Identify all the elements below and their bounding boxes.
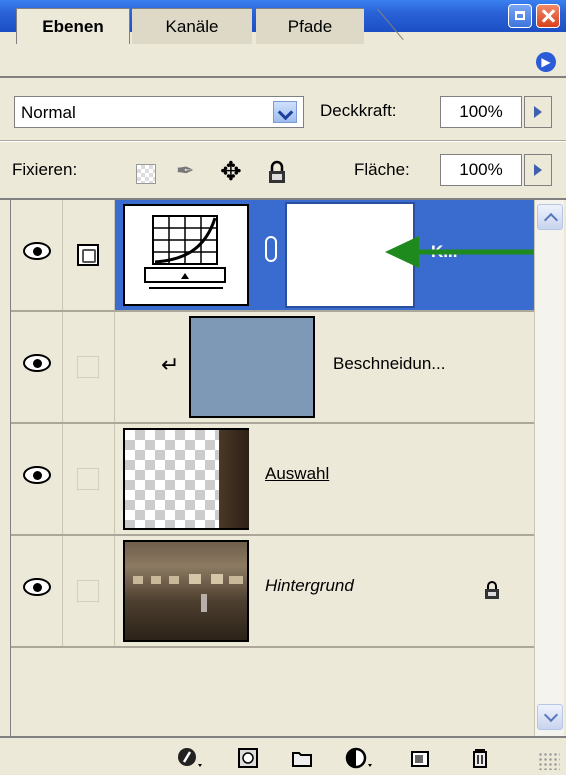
link-box[interactable] (77, 356, 99, 378)
lock-label: Fixieren: (12, 160, 78, 179)
scroll-down-button[interactable] (537, 704, 563, 730)
lock-transparency-icon[interactable] (136, 164, 156, 184)
fill-input[interactable]: 100% (440, 154, 522, 186)
eye-icon[interactable] (23, 466, 51, 484)
fill-layer-thumbnail[interactable] (189, 316, 315, 418)
visibility-cell[interactable] (11, 536, 63, 646)
lock-pixels-icon[interactable]: ✒ (176, 158, 204, 186)
visibility-cell[interactable] (11, 200, 63, 310)
gallery-photo (133, 574, 243, 612)
layer-row-background[interactable]: Hintergrund (11, 536, 535, 648)
layer-row-selection[interactable]: Auswahl (11, 424, 535, 536)
layer-name[interactable]: Beschneidun... (333, 354, 445, 374)
mask-icon[interactable] (236, 746, 260, 770)
close-button[interactable] (536, 4, 560, 28)
layer-name[interactable]: Hintergrund (265, 576, 354, 596)
layer-row-curves[interactable]: K... (11, 200, 535, 312)
new-layer-icon[interactable] (408, 746, 432, 770)
layer-styles-icon[interactable] (176, 746, 202, 770)
link-box[interactable] (77, 580, 99, 602)
eye-icon[interactable] (23, 242, 51, 260)
tab-bar-divider (0, 76, 566, 78)
photo-strip (219, 430, 249, 528)
eye-icon[interactable] (23, 354, 51, 372)
layer-row-fill[interactable]: ↵ Beschneidun... (11, 312, 535, 424)
layers-list: K... ↵ Beschneidun... Auswahl (10, 200, 535, 736)
trash-icon[interactable] (468, 746, 492, 770)
blend-mode-value: Normal (21, 103, 76, 122)
layer-name[interactable]: Auswahl (265, 464, 329, 484)
folder-icon[interactable] (290, 746, 314, 770)
chevron-right-icon: ▶ (541, 55, 551, 69)
opacity-slider-button[interactable] (524, 96, 552, 128)
lock-position-icon[interactable]: ✥ (220, 156, 248, 186)
link-box[interactable] (77, 468, 99, 490)
eye-icon[interactable] (23, 578, 51, 596)
vertical-scrollbar[interactable] (534, 200, 564, 736)
mask-link-icon[interactable] (77, 244, 99, 266)
curves-layer-thumbnail[interactable] (123, 204, 249, 306)
lock-all-icon[interactable] (266, 160, 288, 184)
scroll-up-button[interactable] (537, 204, 563, 230)
fill-slider-button[interactable] (524, 154, 552, 186)
opacity-input[interactable]: 100% (440, 96, 522, 128)
tab-layers[interactable]: Ebenen (16, 8, 130, 44)
minimize-button[interactable] (508, 4, 532, 28)
opacity-label: Deckkraft: (320, 101, 397, 120)
link-cell[interactable] (63, 424, 115, 534)
adjustment-icon[interactable] (344, 746, 372, 770)
blend-mode-select[interactable]: Normal (14, 96, 304, 128)
visibility-cell[interactable] (11, 312, 63, 422)
annotation-arrow-icon (385, 236, 533, 268)
resize-grip-icon[interactable] (538, 752, 560, 770)
selection-layer-thumbnail[interactable] (123, 428, 249, 530)
visibility-cell[interactable] (11, 424, 63, 534)
tab-channels[interactable]: Kanäle (132, 8, 252, 44)
chevron-down-icon[interactable] (273, 101, 297, 123)
fill-label: Fläche: (354, 160, 410, 179)
link-cell[interactable] (63, 536, 115, 646)
clipping-mask-icon: ↵ (161, 352, 180, 377)
panel-menu-button[interactable]: ▶ (536, 52, 556, 72)
divider (0, 140, 566, 142)
link-cell[interactable] (63, 312, 115, 422)
tab-paths[interactable]: Pfade (256, 8, 364, 44)
link-cell[interactable] (63, 200, 115, 310)
layers-toolbar (0, 736, 566, 775)
link-icon[interactable] (265, 236, 277, 262)
lock-icon (483, 580, 501, 600)
background-layer-thumbnail[interactable] (123, 540, 249, 642)
